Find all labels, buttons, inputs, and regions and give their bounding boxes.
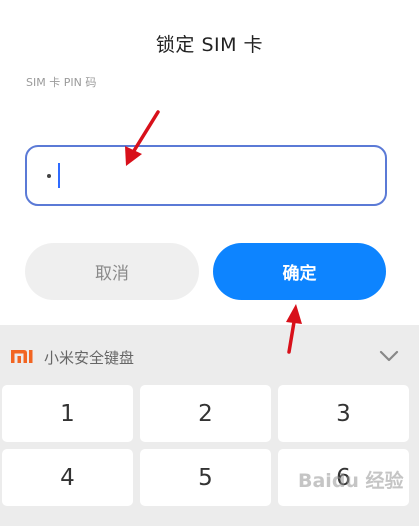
keyboard-header: 小米安全键盘 xyxy=(0,325,419,382)
dialog-title: 锁定 SIM 卡 xyxy=(155,34,264,56)
mi-logo-icon xyxy=(11,350,33,363)
pin-field-label: SIM 卡 PIN 码 xyxy=(26,76,97,89)
masked-digit xyxy=(47,174,51,178)
cancel-button[interactable]: 取消 xyxy=(25,243,199,300)
pin-input[interactable] xyxy=(25,145,387,206)
text-cursor xyxy=(58,163,60,188)
key-5[interactable]: 5 xyxy=(140,449,271,506)
keyboard-title: 小米安全键盘 xyxy=(44,349,135,367)
watermark: Baidu 经验 xyxy=(298,470,404,492)
key-2[interactable]: 2 xyxy=(140,385,271,442)
secure-keyboard: 小米安全键盘 1 2 3 4 5 6 xyxy=(0,325,419,526)
confirm-button[interactable]: 确定 xyxy=(213,243,386,300)
key-3[interactable]: 3 xyxy=(278,385,409,442)
lock-sim-dialog: 锁定 SIM 卡 SIM 卡 PIN 码 取消 确定 xyxy=(0,0,419,325)
chevron-down-icon[interactable] xyxy=(378,349,400,363)
key-4[interactable]: 4 xyxy=(2,449,133,506)
key-1[interactable]: 1 xyxy=(2,385,133,442)
